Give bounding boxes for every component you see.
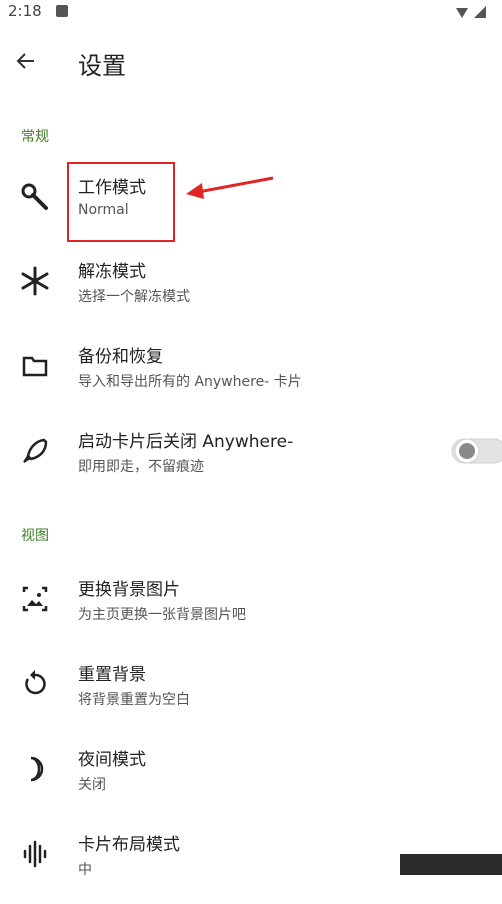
annotation-arrow-icon xyxy=(186,176,274,199)
layout-icon xyxy=(18,837,52,871)
section-header-general: 常规 xyxy=(21,129,49,145)
setting-title: 启动卡片后关闭 Anywhere- xyxy=(78,432,294,452)
setting-thaw-mode[interactable]: 解冻模式 选择一个解冻模式 xyxy=(0,247,502,331)
setting-title: 夜间模式 xyxy=(78,750,146,770)
app-bar: 设置 xyxy=(0,36,502,86)
annotation-highlight-box xyxy=(67,162,175,242)
wrench-icon xyxy=(18,180,52,214)
setting-title: 备份和恢复 xyxy=(78,347,163,367)
moon-icon xyxy=(18,752,52,786)
setting-title: 解冻模式 xyxy=(78,262,146,282)
image-icon xyxy=(18,582,52,616)
setting-subtitle: 关闭 xyxy=(78,777,106,793)
page-title: 设置 xyxy=(78,52,126,80)
setting-subtitle: 选择一个解冻模式 xyxy=(78,289,190,305)
setting-backup-restore[interactable]: 备份和恢复 导入和导出所有的 Anywhere- 卡片 xyxy=(0,332,502,416)
folder-icon xyxy=(18,349,52,383)
setting-subtitle: 即用即走，不留痕迹 xyxy=(78,459,204,475)
setting-close-after-launch[interactable]: 启动卡片后关闭 Anywhere- 即用即走，不留痕迹 xyxy=(0,417,502,501)
notification-icon xyxy=(56,5,68,17)
status-time: 2:18 xyxy=(8,2,42,20)
wifi-icon xyxy=(456,6,486,18)
section-header-view: 视图 xyxy=(21,528,49,544)
rocket-icon xyxy=(18,434,52,468)
close-after-launch-toggle[interactable] xyxy=(450,432,502,470)
bottom-overlay-bar xyxy=(400,854,502,875)
status-bar: 2:18 xyxy=(0,0,502,24)
setting-title: 卡片布局模式 xyxy=(78,835,180,855)
setting-subtitle: 导入和导出所有的 Anywhere- 卡片 xyxy=(78,374,302,390)
setting-change-background[interactable]: 更换背景图片 为主页更换一张背景图片吧 xyxy=(0,565,502,649)
reset-icon xyxy=(18,667,52,701)
setting-subtitle: 中 xyxy=(78,862,92,878)
back-arrow-icon xyxy=(16,53,34,69)
back-button[interactable] xyxy=(10,46,40,76)
setting-reset-background[interactable]: 重置背景 将背景重置为空白 xyxy=(0,650,502,734)
status-icons xyxy=(454,5,494,24)
setting-title: 重置背景 xyxy=(78,665,146,685)
setting-night-mode[interactable]: 夜间模式 关闭 xyxy=(0,735,502,819)
setting-title: 更换背景图片 xyxy=(78,580,180,600)
setting-subtitle: 将背景重置为空白 xyxy=(78,692,190,708)
setting-subtitle: 为主页更换一张背景图片吧 xyxy=(78,607,246,623)
snowflake-icon xyxy=(18,264,52,298)
